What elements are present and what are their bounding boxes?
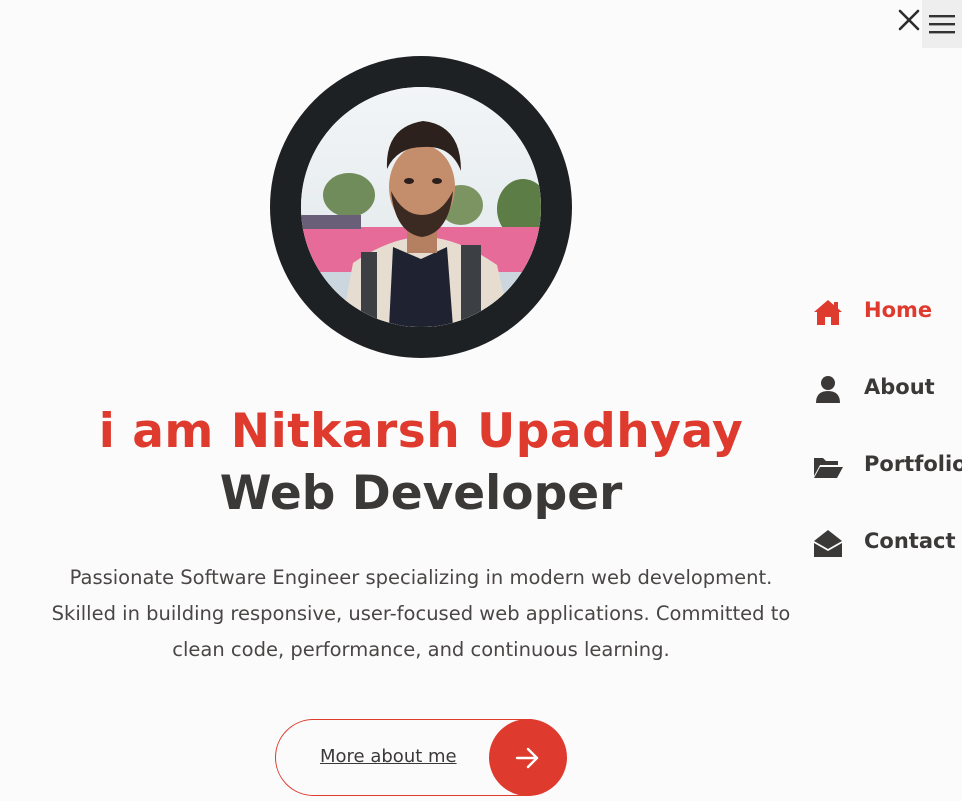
nav-label-portfolio: Portfolio <box>864 452 962 476</box>
hamburger-menu-icon <box>929 15 955 34</box>
nav-label-home: Home <box>864 298 933 322</box>
more-about-me-button[interactable]: More about me <box>275 719 567 796</box>
profile-photo <box>301 87 541 327</box>
side-navigation: Home About Portfolio Contact <box>812 290 962 598</box>
description-line: clean code, performance, and continuous … <box>172 638 670 661</box>
nav-item-about[interactable]: About <box>812 367 962 444</box>
cta-label: More about me <box>320 746 457 767</box>
cta-arrow-circle <box>489 719 567 796</box>
folder-open-icon <box>814 458 843 478</box>
arrow-right-icon <box>515 747 539 768</box>
envelope-open-icon <box>814 530 842 557</box>
description-line: Passionate Software Engineer specializin… <box>69 566 773 589</box>
close-menu-button[interactable] <box>893 4 925 36</box>
home-icon <box>814 300 842 325</box>
hero-name-heading: i am Nitkarsh Upadhyay <box>98 404 744 459</box>
nav-item-home[interactable]: Home <box>812 290 962 367</box>
description-line: Skilled in building responsive, user-foc… <box>51 602 791 625</box>
hero-role-heading: Web Developer <box>219 466 623 521</box>
profile-avatar <box>270 56 572 358</box>
nav-item-portfolio[interactable]: Portfolio <box>812 444 962 521</box>
nav-label-about: About <box>864 375 935 399</box>
menu-toggle-button[interactable] <box>922 0 962 48</box>
nav-item-contact[interactable]: Contact <box>812 521 962 598</box>
user-icon <box>816 376 840 403</box>
hero-description: Passionate Software Engineer specializin… <box>0 560 842 668</box>
nav-label-contact: Contact <box>864 529 956 553</box>
close-icon <box>898 9 920 31</box>
